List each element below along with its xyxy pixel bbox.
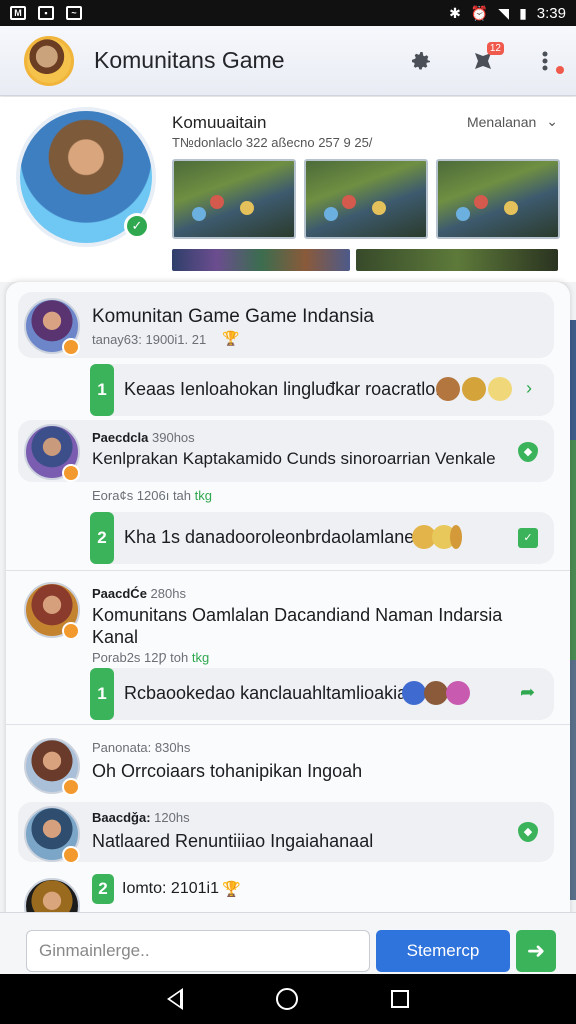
emoji-star-icon	[462, 377, 486, 401]
gameplay-screenshot[interactable]	[304, 159, 428, 239]
divider	[6, 570, 570, 571]
system-nav-bar	[0, 974, 576, 1024]
trend-notification-icon: ~	[66, 6, 82, 20]
message-time: 280hs	[150, 586, 186, 601]
reply-bubble[interactable]: 1 Rcbaookedao kanclauahltamlioakian ➦	[90, 668, 554, 720]
reply-number: 2	[90, 512, 114, 564]
message-meta: Eora¢s 1206ı tah	[92, 488, 192, 503]
reply-text: Rcbaookedao kanclauahltamlioakian	[124, 683, 418, 703]
message-meta: Porab2s 12Ƿ toh	[92, 650, 189, 665]
alarm-icon: ⏰	[470, 4, 489, 21]
gameplay-screenshot[interactable]	[436, 159, 560, 239]
message-body: Kenlprakan Kaptakamido Cunds sinoroarria…	[92, 449, 496, 468]
message-title: Komunitan Game Game Indansia	[92, 306, 374, 327]
map-preview-strip[interactable]	[356, 249, 558, 271]
message-author: Panonata:	[92, 740, 152, 755]
emoji-heart-icon	[446, 681, 470, 705]
message-time: 390hos	[152, 430, 195, 445]
settings-button[interactable]	[408, 48, 434, 74]
verified-icon: ✓	[518, 528, 538, 548]
level-badge-icon	[62, 338, 80, 356]
share-arrow-icon[interactable]: ➦	[520, 682, 535, 703]
message-author: Iomto:	[122, 880, 167, 897]
message-body: Natlaared Renuntiiiao Ingaiahanaal	[92, 831, 374, 851]
image-notification-icon: ▪	[38, 6, 54, 20]
home-icon[interactable]	[275, 988, 298, 1010]
hero-icons-strip[interactable]	[172, 249, 350, 271]
message-body: Komunitans Oamlalan Dacandiand Naman Ind…	[92, 605, 503, 647]
message-body: Oh Orrcoiaars tohanipikan Ingoah	[92, 761, 363, 781]
status-time: 3:39	[536, 4, 566, 22]
reply-number: 1	[90, 668, 114, 720]
reply-text: Kha 1s danadooroleonbrdaolamlane	[124, 527, 415, 547]
divider	[6, 724, 570, 725]
status-bar: M ▪ ~ ✱ ⏰ ◥ ▮ 3:39	[0, 0, 576, 26]
message-tag[interactable]: tkg	[192, 650, 209, 665]
notifications-button[interactable]: 12	[470, 41, 504, 74]
emoji-face-icon	[424, 681, 448, 705]
message-author: Baacdǧa:	[92, 810, 151, 825]
reply-number: 1	[90, 364, 114, 416]
chevron-down-icon: ⌄	[546, 113, 558, 129]
level-badge-icon	[62, 846, 80, 864]
send-arrow-button[interactable]: ➜	[516, 930, 556, 972]
app-title: Komunitans Game	[94, 47, 285, 73]
gameplay-screenshot[interactable]	[172, 159, 296, 239]
gmail-notification-icon: M	[10, 6, 26, 20]
trophy-icon: 🏆	[222, 330, 240, 346]
send-button[interactable]: Stemercp	[376, 930, 510, 972]
menu-alert-dot	[556, 65, 564, 74]
gear-icon	[412, 51, 430, 69]
more-button[interactable]	[532, 48, 564, 74]
emoji-smile-icon	[488, 377, 512, 401]
community-menu-label: Menalanan	[466, 113, 537, 130]
community-profile: ✓ Komuuaitain Т№donlaclo 322 aßecno 257 …	[0, 97, 576, 282]
reply-text: Keaas Ienloahokan lingluđkar roacratlo.	[124, 379, 441, 399]
bluetooth-icon: ✱	[449, 4, 461, 21]
wifi-icon: ◥	[498, 4, 510, 21]
message-author: Paecdcla	[92, 430, 149, 445]
send-arrow-icon: ➜	[526, 938, 546, 963]
level-badge-icon	[62, 464, 80, 482]
chevron-right-icon[interactable]: ›	[526, 378, 532, 399]
reply-number: 2	[92, 874, 114, 904]
battery-icon: ▮	[519, 4, 527, 21]
notification-badge: 12	[486, 41, 504, 55]
emoji-face-icon	[436, 377, 460, 401]
trophy-icon: 🏆	[222, 881, 241, 898]
verified-icon: ✓	[124, 213, 150, 239]
reply-bubble[interactable]: 1 Keaas Ienloahokan lingluđkar roacratlo…	[90, 364, 554, 416]
message-author: PaacdĆe	[92, 586, 147, 601]
reply-bubble[interactable]: 2 Kha 1s danadooroleonbrdaolamlane ✓	[90, 512, 554, 564]
chat-panel[interactable]: Komunitan Game Game Indansia tanay63: 19…	[6, 282, 570, 922]
message-tag[interactable]: tkg	[195, 488, 212, 503]
user-avatar[interactable]	[24, 35, 74, 86]
emoji-sparkle-icon	[402, 681, 426, 705]
app-bar: Komunitans Game 12	[0, 26, 576, 96]
message-input[interactable]	[26, 930, 370, 972]
community-name: Komuuaitain	[172, 113, 267, 132]
emoji-coin-icon	[450, 525, 462, 549]
back-icon[interactable]	[166, 988, 183, 1010]
composer-bar: Stemercp ➜	[0, 912, 576, 974]
message-time: 120hs	[154, 810, 190, 825]
recents-icon[interactable]	[391, 990, 410, 1008]
level-badge-icon	[62, 778, 80, 796]
community-menu-dropdown[interactable]: Menalanan ⌄	[467, 113, 558, 130]
level-badge-icon	[62, 622, 80, 640]
community-meta: Т№donlaclo 322 aßecno 257 9 25/	[172, 135, 373, 150]
message-time: 2101i1	[170, 880, 219, 897]
more-icon	[542, 51, 548, 70]
message-meta: tanay63: 1900i1. 21	[92, 332, 207, 347]
message-time: 830hs	[154, 740, 191, 755]
